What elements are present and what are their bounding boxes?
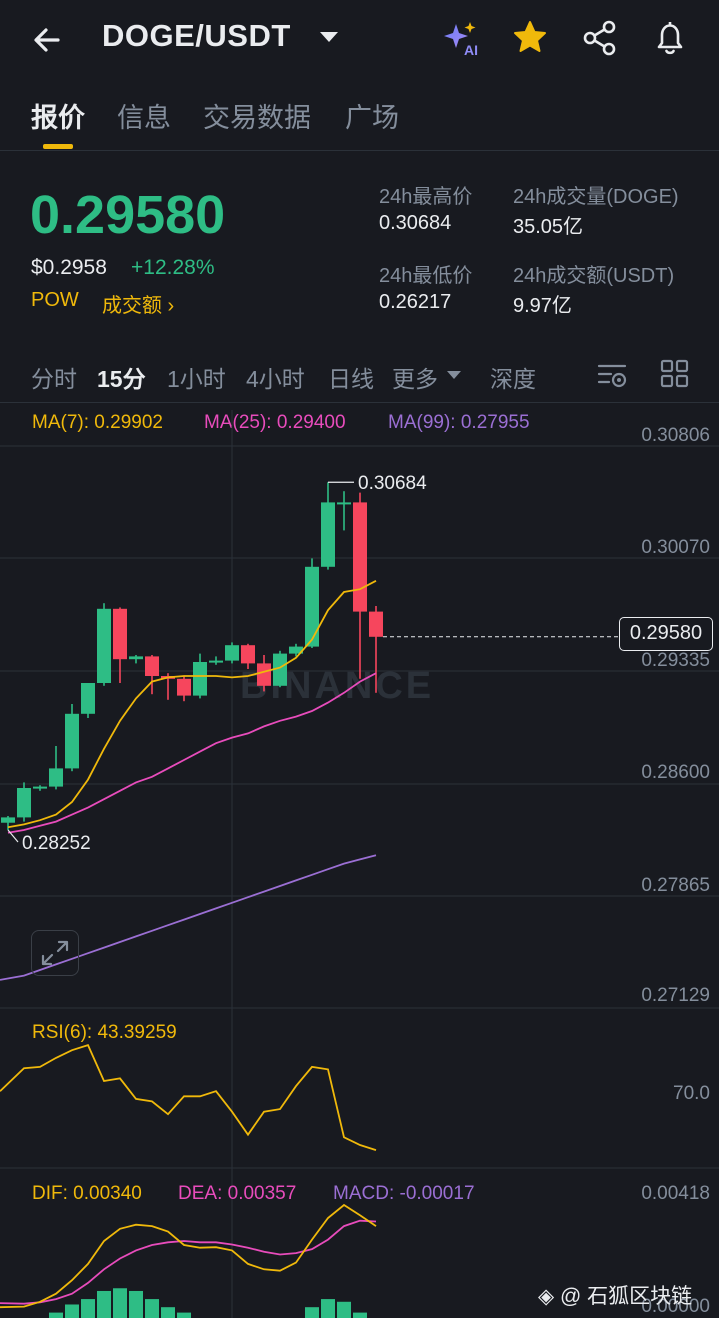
candle-body	[257, 663, 271, 686]
footer-watermark-text: @ 石狐区块链	[560, 1285, 693, 1308]
expand-icon[interactable]	[31, 930, 79, 976]
low-marker-label: 0.28252	[22, 833, 91, 854]
macd-histogram-bar	[145, 1299, 159, 1318]
macd-dea-line	[0, 1219, 377, 1305]
candle-body	[353, 502, 367, 612]
candle-body	[177, 678, 191, 696]
rsi-line	[0, 1043, 377, 1151]
candle-body	[49, 768, 63, 787]
price-axis-label: 0.29335	[641, 650, 710, 671]
macd-histogram-bar	[97, 1290, 111, 1318]
macd-histogram-bar	[305, 1307, 319, 1318]
candle-body	[193, 662, 207, 696]
price-axis-label: 0.30806	[641, 425, 710, 446]
candle-body	[241, 645, 255, 664]
candle-body	[145, 656, 159, 676]
current-price-tag: 0.29580	[619, 617, 713, 651]
candle-body	[337, 502, 351, 505]
price-axis-label: 0.28600	[641, 762, 710, 783]
macd-histogram-bar	[65, 1304, 79, 1318]
macd-histogram-bar	[129, 1290, 143, 1318]
macd-axis-label-top: 0.00418	[641, 1183, 710, 1204]
macd-histogram-bar	[81, 1299, 95, 1318]
macd-dif-line	[0, 1203, 377, 1309]
rsi-axis-label: 70.0	[673, 1083, 710, 1104]
candle-body	[321, 502, 335, 567]
candle-body	[1, 817, 15, 823]
footer-watermark: ◈ @ 石狐区块链	[538, 1280, 692, 1310]
price-axis-label: 0.27129	[641, 985, 710, 1006]
macd-histogram-bar	[49, 1312, 63, 1318]
macd-value-label: MACD: -0.00017	[333, 1183, 475, 1204]
macd-histogram-bar	[113, 1288, 127, 1318]
candle-body	[17, 788, 31, 818]
candle-body	[369, 611, 383, 637]
candle-body	[33, 786, 47, 789]
candlestick-chart[interactable]: BINANCE 0.306840.28252	[0, 0, 719, 1318]
rsi-label: RSI(6): 43.39259	[32, 1022, 177, 1043]
diamond-logo-icon: ◈	[538, 1285, 555, 1308]
macd-dif-label: DIF: 0.00340	[32, 1183, 142, 1204]
candle-body	[209, 660, 223, 663]
candle-body	[97, 608, 111, 683]
candle-body	[305, 566, 319, 647]
candle-body	[129, 656, 143, 660]
macd-histogram-bar	[353, 1312, 367, 1318]
candle-body	[113, 608, 127, 660]
macd-histogram-bar	[177, 1312, 191, 1318]
price-axis-label: 0.30070	[641, 537, 710, 558]
candle-body	[81, 683, 95, 714]
high-marker-label: 0.30684	[358, 473, 427, 494]
price-axis-label: 0.27865	[641, 875, 710, 896]
candle-body	[65, 713, 79, 769]
macd-histogram-bar	[337, 1301, 351, 1318]
macd-histogram-bar	[161, 1307, 175, 1318]
macd-histogram-bar	[321, 1299, 335, 1318]
candle-body	[225, 645, 239, 661]
macd-dea-label: DEA: 0.00357	[178, 1183, 297, 1204]
